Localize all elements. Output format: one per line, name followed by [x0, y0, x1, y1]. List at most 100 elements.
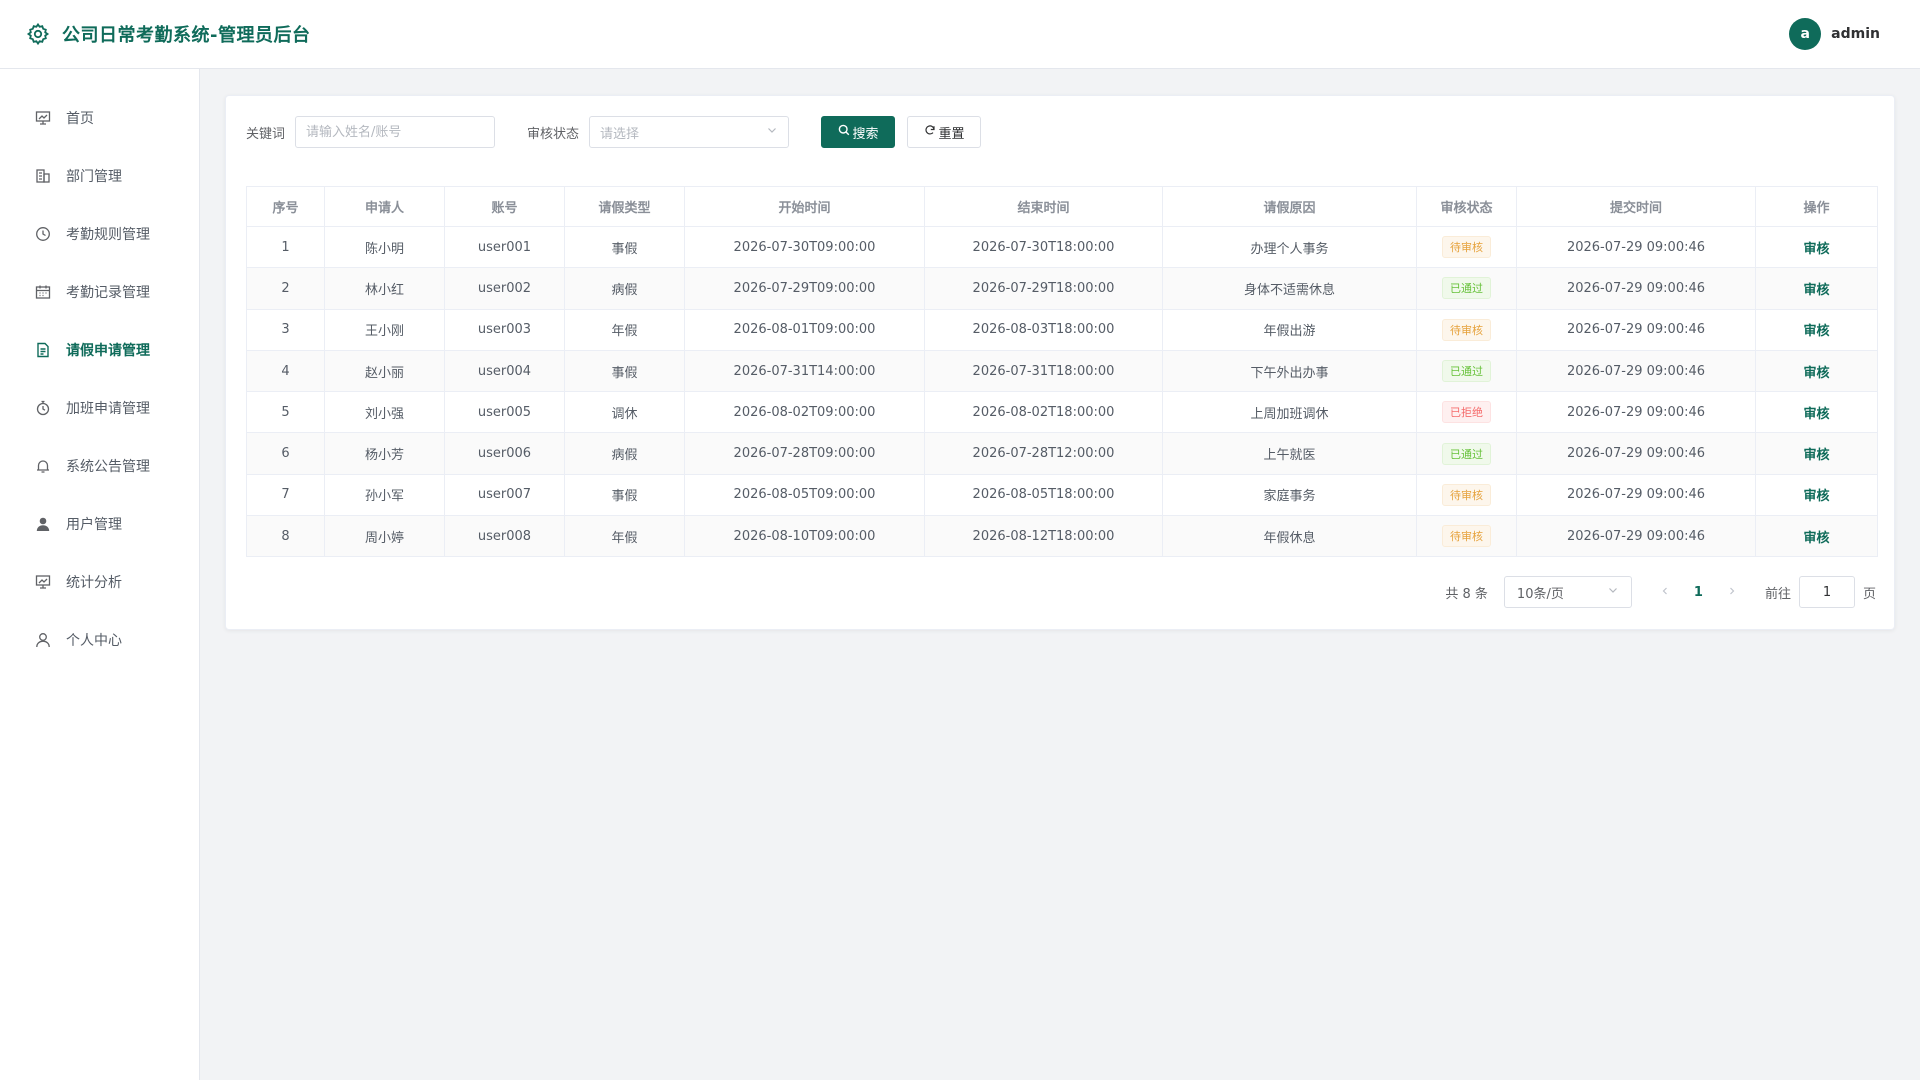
cell-reason: 年假出游	[1162, 308, 1417, 351]
column-header: 请假原因	[1162, 186, 1417, 227]
filter-bar: 关键词 审核状态 请选择 搜索 重置	[246, 116, 982, 148]
cell-status: 已通过	[1416, 432, 1517, 475]
avatar[interactable]: a	[1789, 18, 1822, 50]
table-body: 1 陈小明 user001 事假 2026-07-30T09:00:00 202…	[246, 225, 1878, 558]
page-size-value: 10条/页	[1516, 586, 1564, 602]
cell-account: user003	[444, 308, 565, 351]
cell-status: 待审核	[1416, 225, 1517, 269]
cell-end: 2026-07-29T18:00:00	[924, 267, 1163, 310]
cell-account: user002	[444, 267, 565, 310]
page-size-select[interactable]: 10条/页	[1503, 576, 1632, 608]
gear-icon	[26, 22, 50, 46]
cell-start: 2026-07-31T14:00:00	[684, 349, 925, 393]
cell-name: 周小婷	[324, 515, 445, 558]
cell-type: 事假	[564, 225, 685, 269]
cell-reason: 上午就医	[1162, 432, 1417, 475]
cell-submitted: 2026-07-29 09:00:46	[1516, 473, 1756, 517]
cell-account: user005	[444, 391, 565, 434]
status-badge: 待审核	[1442, 318, 1491, 341]
review-link[interactable]: 审核	[1803, 531, 1829, 546]
cell-action: 审核	[1755, 473, 1878, 517]
page-number[interactable]: 1	[1694, 585, 1703, 600]
cell-status: 已通过	[1416, 267, 1517, 310]
sidebar-item-announcements[interactable]: 系统公告管理	[0, 437, 199, 495]
reset-button[interactable]: 重置	[907, 116, 982, 148]
sidebar-item-users[interactable]: 用户管理	[0, 495, 199, 553]
status-badge: 待审核	[1442, 236, 1491, 259]
status-select[interactable]: 请选择	[589, 116, 790, 148]
review-link[interactable]: 审核	[1803, 407, 1829, 422]
table-row: 4 赵小丽 user004 事假 2026-07-31T14:00:00 202…	[246, 349, 1878, 393]
cell-start: 2026-08-10T09:00:00	[684, 515, 925, 558]
cell-action: 审核	[1755, 225, 1878, 269]
stopwatch-icon	[34, 399, 52, 417]
column-header: 审核状态	[1416, 186, 1517, 227]
cell-action: 审核	[1755, 391, 1878, 434]
cell-submitted: 2026-07-29 09:00:46	[1516, 515, 1756, 558]
cell-name: 林小红	[324, 267, 445, 310]
sidebar-item-statistics[interactable]: 统计分析	[0, 553, 199, 611]
goto-page-input[interactable]	[1798, 576, 1855, 608]
sidebar-item-attendance-rules[interactable]: 考勤规则管理	[0, 205, 199, 263]
prev-page-icon[interactable]	[1660, 584, 1670, 600]
column-header: 请假类型	[564, 186, 685, 227]
status-label: 审核状态	[527, 126, 580, 142]
review-link[interactable]: 审核	[1803, 366, 1829, 381]
cell-submitted: 2026-07-29 09:00:46	[1516, 349, 1756, 393]
username[interactable]: admin	[1831, 26, 1880, 42]
app-title: 公司日常考勤系统-管理员后台	[62, 25, 311, 46]
table-header-row: 序号 申请人 账号 请假类型 开始时间 结束时间 请假原因 审核状态 提交时间 …	[246, 186, 1878, 227]
cell-start: 2026-07-28T09:00:00	[684, 432, 925, 475]
cell-no: 4	[246, 349, 325, 393]
cell-no: 7	[246, 473, 325, 517]
search-button[interactable]: 搜索	[821, 116, 896, 148]
main-card: 关键词 审核状态 请选择 搜索 重置	[225, 95, 1895, 630]
column-header: 操作	[1755, 186, 1878, 227]
review-link[interactable]: 审核	[1803, 489, 1829, 504]
pagination: 共 8 条 10条/页 1 前往 页	[1445, 576, 1876, 608]
sidebar-item-leave-requests[interactable]: 请假申请管理	[0, 321, 199, 379]
next-page-icon[interactable]	[1727, 584, 1737, 600]
cell-status: 待审核	[1416, 473, 1517, 517]
sidebar-item-profile[interactable]: 个人中心	[0, 611, 199, 669]
cell-reason: 家庭事务	[1162, 473, 1417, 517]
table-row: 3 王小刚 user003 年假 2026-08-01T09:00:00 202…	[246, 308, 1878, 351]
review-link[interactable]: 审核	[1803, 324, 1829, 339]
review-link[interactable]: 审核	[1803, 448, 1829, 463]
cell-name: 杨小芳	[324, 432, 445, 475]
cell-start: 2026-08-02T09:00:00	[684, 391, 925, 434]
column-header: 开始时间	[684, 186, 925, 227]
cell-type: 病假	[564, 432, 685, 475]
cell-reason: 身体不适需休息	[1162, 267, 1417, 310]
column-header: 序号	[246, 186, 325, 227]
cell-end: 2026-07-30T18:00:00	[924, 225, 1163, 269]
sidebar-item-overtime-requests[interactable]: 加班申请管理	[0, 379, 199, 437]
cell-action: 审核	[1755, 267, 1878, 310]
cell-submitted: 2026-07-29 09:00:46	[1516, 432, 1756, 475]
sidebar-item-label: 考勤规则管理	[66, 227, 150, 243]
status-badge: 待审核	[1442, 483, 1491, 506]
cell-reason: 年假休息	[1162, 515, 1417, 558]
user-menu[interactable]: a admin	[1789, 18, 1880, 50]
cell-no: 8	[246, 515, 325, 558]
cell-start: 2026-08-05T09:00:00	[684, 473, 925, 517]
total-count: 共 8 条	[1445, 586, 1488, 602]
cell-no: 6	[246, 432, 325, 475]
table-row: 1 陈小明 user001 事假 2026-07-30T09:00:00 202…	[246, 225, 1878, 269]
cell-submitted: 2026-07-29 09:00:46	[1516, 225, 1756, 269]
cell-reason: 上周加班调休	[1162, 391, 1417, 434]
sidebar-item-departments[interactable]: 部门管理	[0, 147, 199, 205]
status-badge: 待审核	[1442, 525, 1491, 548]
review-link[interactable]: 审核	[1803, 242, 1829, 257]
cell-end: 2026-07-31T18:00:00	[924, 349, 1163, 393]
sidebar-item-attendance-records[interactable]: 考勤记录管理	[0, 263, 199, 321]
table-row: 5 刘小强 user005 调休 2026-08-02T09:00:00 202…	[246, 391, 1878, 434]
review-link[interactable]: 审核	[1803, 283, 1829, 298]
sidebar-item-home[interactable]: 首页	[0, 89, 199, 147]
keyword-input[interactable]	[295, 116, 496, 148]
cell-account: user007	[444, 473, 565, 517]
keyword-label: 关键词	[246, 126, 286, 142]
cell-type: 事假	[564, 349, 685, 393]
cell-reason: 办理个人事务	[1162, 225, 1417, 269]
cell-status: 已拒绝	[1416, 391, 1517, 434]
